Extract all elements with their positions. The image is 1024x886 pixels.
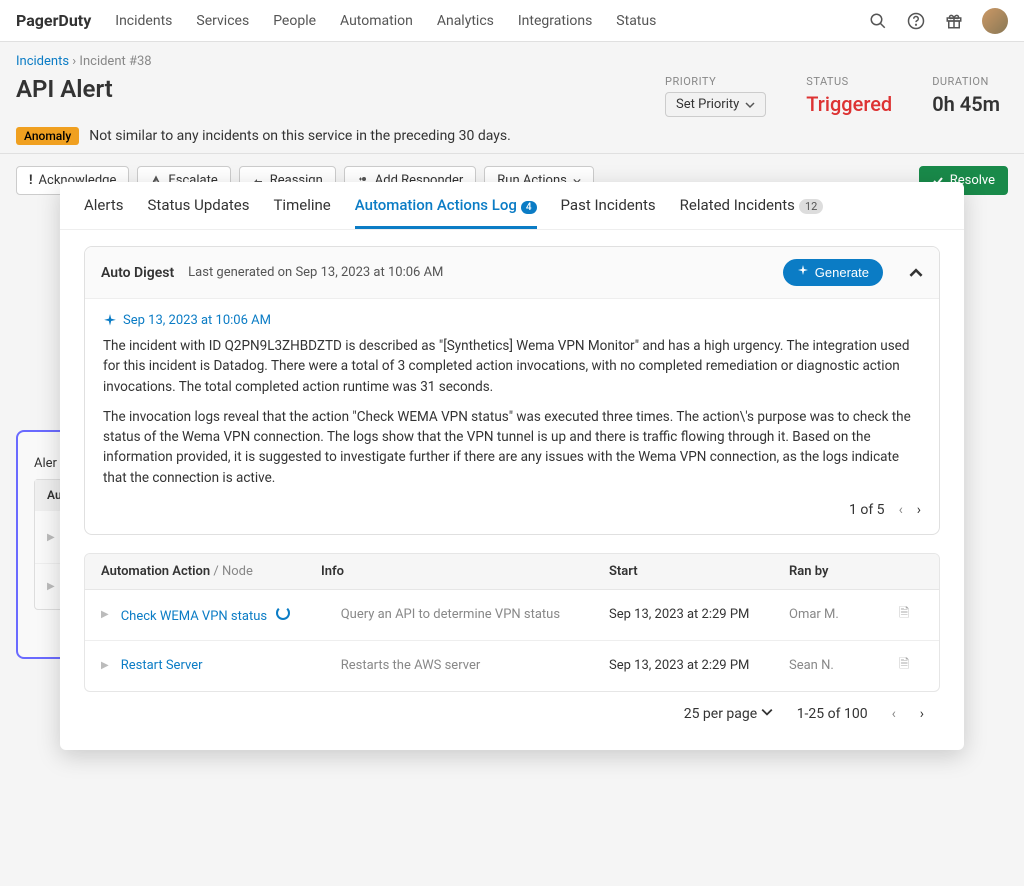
page-range: 1-25 of 100 (797, 706, 868, 722)
nav-automation[interactable]: Automation (340, 13, 413, 29)
next-digest-icon[interactable]: › (917, 502, 921, 518)
action-table: Automation Action / Node Info Start Ran … (84, 553, 940, 692)
action-link[interactable]: Check WEMA VPN status (121, 609, 267, 624)
expand-icon[interactable]: ▶ (101, 660, 109, 671)
page-header: Incidents › Incident #38 API Alert PRIOR… (0, 42, 1024, 153)
status-label: STATUS (806, 75, 892, 88)
digest-subtitle: Last generated on Sep 13, 2023 at 10:06 … (188, 265, 443, 280)
tab-alerts[interactable]: Alerts (84, 196, 124, 229)
set-priority-button[interactable]: Set Priority (665, 92, 766, 117)
digest-timestamp: Sep 13, 2023 at 10:06 AM (103, 313, 921, 328)
anomaly-badge: Anomaly (16, 127, 79, 145)
tab-past-incidents[interactable]: Past Incidents (561, 196, 656, 229)
action-link[interactable]: Restart Server (121, 658, 203, 673)
automation-log-panel: Alerts Status Updates Timeline Automatio… (60, 182, 964, 750)
document-icon[interactable]: 🗎 (899, 655, 923, 677)
generate-button[interactable]: Generate (783, 259, 883, 286)
search-icon[interactable] (868, 11, 888, 31)
anomaly-text: Not similar to any incidents on this ser… (89, 128, 511, 144)
nav-services[interactable]: Services (196, 13, 249, 29)
next-page-icon[interactable]: › (920, 706, 924, 722)
duration-value: 0h 45m (932, 92, 1000, 116)
tab-related-incidents[interactable]: Related Incidents12 (680, 196, 824, 229)
perpage-select[interactable]: 25 per page (684, 706, 773, 722)
document-icon[interactable]: 🗎 (899, 604, 923, 626)
chevron-down-icon (745, 100, 755, 110)
help-icon[interactable] (906, 11, 926, 31)
digest-pager-text: 1 of 5 (849, 502, 885, 518)
digest-paragraph-1: The incident with ID Q2PN9L3ZHBDZTD is d… (103, 336, 921, 397)
digest-paragraph-2: The invocation logs reveal that the acti… (103, 407, 921, 488)
breadcrumb-current: Incident #38 (79, 54, 151, 69)
prev-page-icon[interactable]: ‹ (892, 706, 896, 722)
nav-items: Incidents Services People Automation Ana… (115, 13, 868, 29)
nav-people[interactable]: People (273, 13, 316, 29)
nav-analytics[interactable]: Analytics (437, 13, 494, 29)
brand-logo[interactable]: PagerDuty (16, 11, 91, 30)
auto-digest-box: Auto Digest Last generated on Sep 13, 20… (84, 246, 940, 535)
prev-digest-icon[interactable]: ‹ (899, 502, 903, 518)
action-table-header: Automation Action / Node Info Start Ran … (85, 554, 939, 590)
automation-badge: 4 (521, 201, 537, 214)
collapse-icon[interactable] (909, 266, 923, 280)
nav-incidents[interactable]: Incidents (115, 13, 172, 29)
table-row[interactable]: ▶ Restart Server Restarts the AWS server… (85, 641, 939, 691)
digest-title: Auto Digest (101, 265, 174, 281)
nav-status[interactable]: Status (616, 13, 656, 29)
expand-icon[interactable]: ▶ (47, 581, 55, 592)
table-row[interactable]: ▶ Check WEMA VPN status Query an API to … (85, 590, 939, 641)
related-badge: 12 (799, 199, 823, 214)
avatar[interactable] (982, 8, 1008, 34)
tab-timeline[interactable]: Timeline (273, 196, 330, 229)
sparkle-icon (797, 265, 809, 277)
status-value: Triggered (806, 92, 892, 116)
breadcrumb: Incidents › Incident #38 (16, 54, 1008, 69)
tab-row: Alerts Status Updates Timeline Automatio… (60, 182, 964, 230)
nav-right (868, 8, 1008, 34)
page-title: API Alert (16, 75, 665, 103)
duration-label: DURATION (932, 75, 1000, 88)
topnav: PagerDuty Incidents Services People Auto… (0, 0, 1024, 42)
spinner-icon (276, 606, 290, 620)
sparkle-icon (103, 314, 117, 328)
gift-icon[interactable] (944, 11, 964, 31)
tab-automation-log[interactable]: Automation Actions Log4 (355, 196, 537, 229)
expand-icon[interactable]: ▶ (47, 532, 55, 543)
breadcrumb-root[interactable]: Incidents (16, 54, 69, 69)
priority-label: PRIORITY (665, 75, 766, 88)
nav-integrations[interactable]: Integrations (518, 13, 592, 29)
tab-status-updates[interactable]: Status Updates (148, 196, 250, 229)
expand-icon[interactable]: ▶ (101, 609, 109, 620)
